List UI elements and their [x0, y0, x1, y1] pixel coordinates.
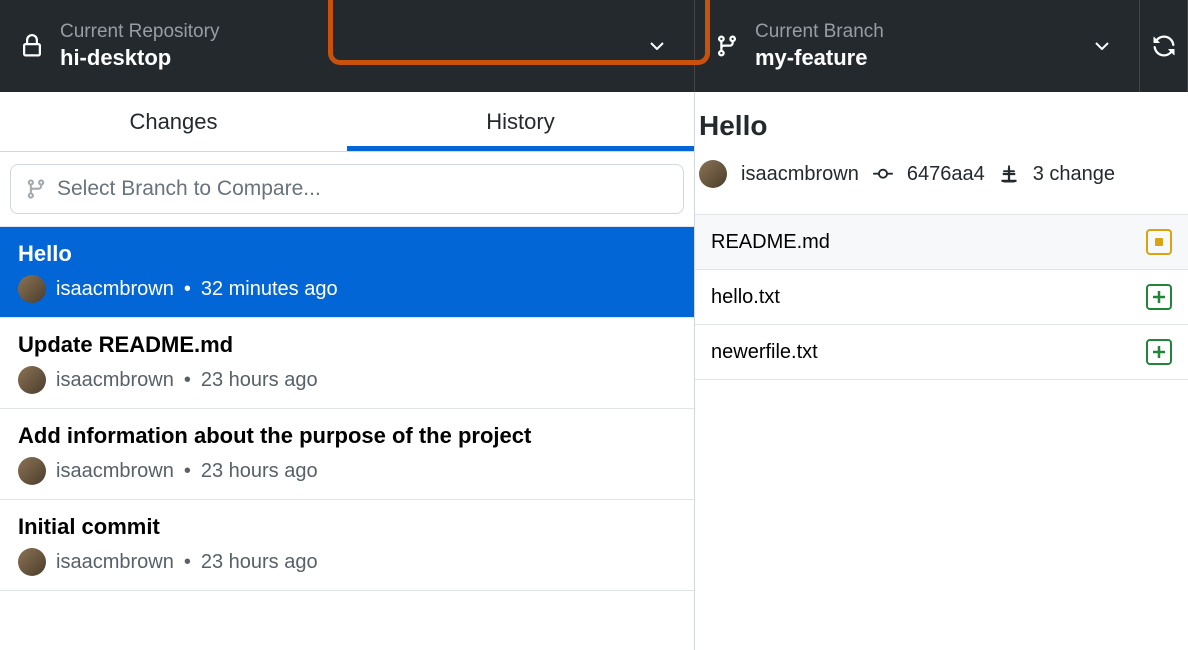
- commit-title: Update README.md: [18, 332, 676, 358]
- separator: •: [184, 551, 191, 574]
- commit-item[interactable]: Update README.md isaacmbrown • 23 hours …: [0, 318, 694, 409]
- repository-selector[interactable]: Current Repository hi-desktop: [0, 0, 695, 92]
- branch-selector[interactable]: Current Branch my-feature: [695, 0, 1140, 92]
- sync-icon: [1152, 34, 1176, 58]
- added-icon: [1146, 339, 1172, 365]
- tab-bar: Changes History: [0, 92, 694, 152]
- right-panel: Hello isaacmbrown 6476aa4 3 change READM…: [695, 92, 1188, 650]
- file-item[interactable]: hello.txt: [695, 270, 1188, 325]
- left-panel: Changes History Select Branch to Compare…: [0, 92, 695, 650]
- git-branch-icon: [715, 34, 739, 58]
- avatar: [18, 275, 46, 303]
- git-branch-icon: [25, 178, 47, 200]
- commit-detail-meta: isaacmbrown 6476aa4 3 change: [695, 160, 1188, 202]
- commit-title: Initial commit: [18, 514, 676, 540]
- commit-author: isaacmbrown: [741, 163, 859, 186]
- repo-name: hi-desktop: [60, 45, 219, 71]
- commit-time: 23 hours ago: [201, 369, 318, 392]
- commit-item[interactable]: Add information about the purpose of the…: [0, 409, 694, 500]
- commit-list: Hello isaacmbrown • 32 minutes ago Updat…: [0, 227, 694, 650]
- commit-item[interactable]: Initial commit isaacmbrown • 23 hours ag…: [0, 500, 694, 591]
- commit-author: isaacmbrown: [56, 551, 174, 574]
- commit-meta: isaacmbrown • 23 hours ago: [18, 457, 676, 485]
- diff-icon: [999, 164, 1019, 184]
- commit-detail-header: Hello isaacmbrown 6476aa4 3 change: [695, 92, 1188, 214]
- separator: •: [184, 369, 191, 392]
- avatar: [18, 457, 46, 485]
- branch-name: my-feature: [755, 45, 884, 71]
- sync-button[interactable]: [1140, 0, 1188, 92]
- changed-files-list: README.md hello.txt newerfile.txt: [695, 214, 1188, 380]
- app-header: Current Repository hi-desktop Current Br…: [0, 0, 1188, 92]
- branch-label: Current Branch: [755, 21, 884, 43]
- main-content: Changes History Select Branch to Compare…: [0, 92, 1188, 650]
- file-name: newerfile.txt: [711, 341, 818, 364]
- commit-time: 23 hours ago: [201, 551, 318, 574]
- file-item[interactable]: newerfile.txt: [695, 325, 1188, 380]
- commit-title: Add information about the purpose of the…: [18, 423, 676, 449]
- compare-placeholder: Select Branch to Compare...: [57, 177, 321, 201]
- caret-down-icon: [1095, 42, 1109, 50]
- commit-time: 23 hours ago: [201, 460, 318, 483]
- file-item[interactable]: README.md: [695, 215, 1188, 270]
- tab-history[interactable]: History: [347, 92, 694, 151]
- avatar: [699, 160, 727, 188]
- commit-meta: isaacmbrown • 23 hours ago: [18, 366, 676, 394]
- compare-branch-bar: Select Branch to Compare...: [0, 152, 694, 227]
- commit-author: isaacmbrown: [56, 369, 174, 392]
- file-name: hello.txt: [711, 286, 780, 309]
- tab-label: History: [486, 109, 554, 135]
- file-name: README.md: [711, 231, 830, 254]
- commit-detail-title: Hello: [695, 110, 1188, 142]
- commit-title: Hello: [18, 241, 676, 267]
- added-icon: [1146, 284, 1172, 310]
- tab-changes[interactable]: Changes: [0, 92, 347, 151]
- commit-meta: isaacmbrown • 23 hours ago: [18, 548, 676, 576]
- lock-icon: [20, 34, 44, 58]
- separator: •: [184, 460, 191, 483]
- caret-down-icon: [650, 42, 664, 50]
- commit-author: isaacmbrown: [56, 460, 174, 483]
- repo-label: Current Repository: [60, 21, 219, 43]
- changed-files-count: 3 change: [1033, 163, 1115, 186]
- commit-time: 32 minutes ago: [201, 278, 338, 301]
- separator: •: [184, 278, 191, 301]
- modified-icon: [1146, 229, 1172, 255]
- commit-author: isaacmbrown: [56, 278, 174, 301]
- commit-meta: isaacmbrown • 32 minutes ago: [18, 275, 676, 303]
- tab-label: Changes: [129, 109, 217, 135]
- avatar: [18, 366, 46, 394]
- commit-item[interactable]: Hello isaacmbrown • 32 minutes ago: [0, 227, 694, 318]
- commit-sha-icon: [873, 164, 893, 184]
- commit-sha: 6476aa4: [907, 163, 985, 186]
- avatar: [18, 548, 46, 576]
- compare-branch-selector[interactable]: Select Branch to Compare...: [10, 164, 684, 214]
